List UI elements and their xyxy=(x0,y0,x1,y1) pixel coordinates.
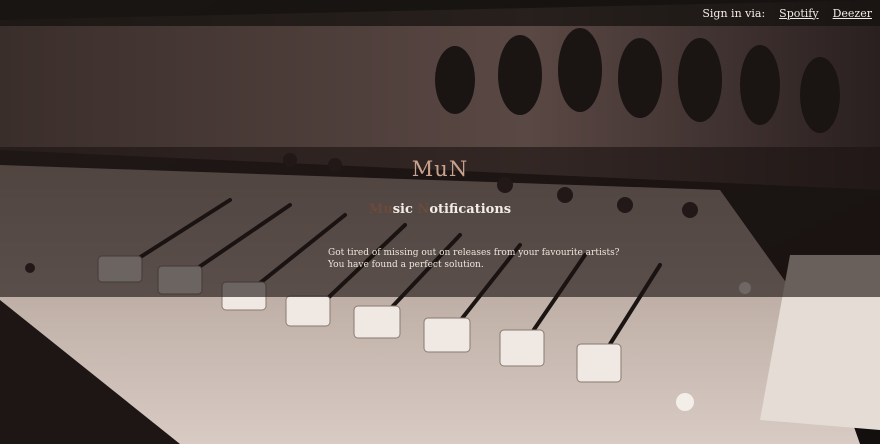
sign-in-label: Sign in via: xyxy=(702,6,766,20)
pitch-line-2: You have found a perfect solution. xyxy=(328,260,484,270)
page: Sign in via: Spotify Deezer MuN Music No… xyxy=(0,0,880,444)
app-subtitle: Music Notifications xyxy=(0,202,880,217)
subtitle-dim-part: Mu xyxy=(368,202,393,217)
hero-pitch-text: Got tired of missing out on releases fro… xyxy=(328,247,628,271)
deezer-sign-in-link[interactable]: Deezer xyxy=(833,7,872,20)
subtitle-part: otifications xyxy=(429,202,512,217)
app-logo: MuN xyxy=(411,157,469,181)
spotify-sign-in-link[interactable]: Spotify xyxy=(779,7,818,20)
top-nav-bar: Sign in via: Spotify Deezer xyxy=(0,0,880,26)
subtitle-dim-part: N xyxy=(417,202,430,217)
pitch-line-1: Got tired of missing out on releases fro… xyxy=(328,248,620,258)
subtitle-part: sic xyxy=(392,202,418,217)
